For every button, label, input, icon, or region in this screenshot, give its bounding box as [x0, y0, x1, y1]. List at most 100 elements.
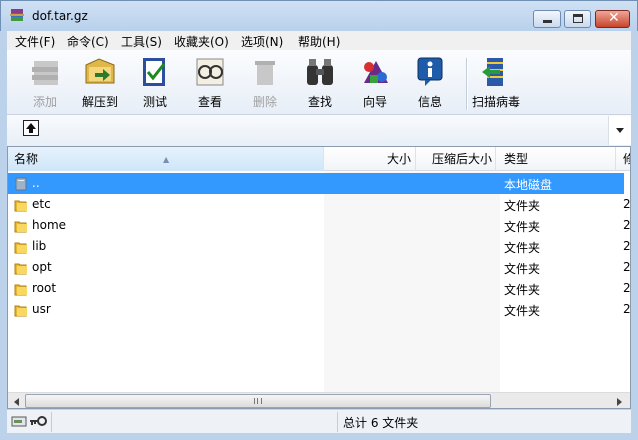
test-button[interactable]: 测试 — [129, 53, 181, 111]
up-folder-button[interactable] — [23, 120, 39, 136]
address-bar — [7, 115, 631, 146]
folder-icon — [14, 263, 27, 275]
file-name: etc — [32, 197, 51, 211]
column-size-label: 大小 — [386, 152, 411, 166]
close-icon: ✕ — [608, 10, 620, 26]
file-modified: 2 — [623, 260, 631, 274]
minimize-button[interactable] — [533, 10, 561, 28]
file-row-usr[interactable]: usr 文件夹 2 — [8, 299, 631, 320]
scrollbar-thumb[interactable] — [25, 394, 491, 408]
folder-icon — [14, 242, 27, 254]
info-button[interactable]: 信息 — [404, 53, 456, 111]
wizard-button[interactable]: 向导 — [349, 53, 401, 111]
key-icon[interactable] — [29, 415, 47, 428]
status-separator — [51, 412, 52, 432]
file-modified: 2 — [623, 302, 631, 316]
column-header-row: ▲ 名称 大小 压缩后大小 类型 修 — [8, 147, 630, 171]
maximize-icon — [573, 14, 583, 23]
column-header-type[interactable]: 类型 — [496, 147, 616, 171]
file-modified: 2 — [623, 239, 631, 253]
view-button[interactable]: 查看 — [184, 53, 236, 111]
file-row-etc[interactable]: etc 文件夹 2 — [8, 194, 631, 215]
column-header-size[interactable]: 大小 — [324, 147, 416, 171]
add-label: 添加 — [32, 95, 57, 109]
menu-help[interactable]: 帮助(H) — [298, 33, 340, 50]
file-name: opt — [32, 260, 52, 274]
file-type: 本地磁盘 — [504, 178, 553, 192]
info-label: 信息 — [417, 95, 442, 109]
file-list: ▲ 名称 大小 压缩后大小 类型 修 .. 本地磁盘 etc 文件夹 — [7, 146, 631, 409]
extract-button[interactable]: 解压到 — [74, 53, 126, 111]
folder-icon — [14, 284, 27, 296]
wizard-label: 向导 — [362, 95, 387, 109]
menu-favorites[interactable]: 收藏夹(O) — [174, 33, 229, 50]
file-type: 文件夹 — [504, 304, 541, 318]
column-name-label: 名称 — [14, 152, 39, 166]
file-name: lib — [32, 239, 47, 253]
extract-icon — [85, 58, 115, 84]
virus-scan-icon — [482, 58, 503, 86]
file-name: home — [32, 218, 67, 232]
virus-scan-button[interactable]: 扫描病毒 — [469, 53, 523, 111]
folder-icon — [14, 200, 27, 212]
virus-scan-label: 扫描病毒 — [471, 95, 520, 109]
file-modified: 2 — [623, 218, 631, 232]
menu-bar: 文件(F) 命令(C) 工具(S) 收藏夹(O) 选项(N) 帮助(H) — [7, 31, 631, 50]
file-type: 文件夹 — [504, 262, 541, 276]
file-row-lib[interactable]: lib 文件夹 2 — [8, 236, 631, 257]
scroll-right-icon[interactable] — [617, 398, 622, 406]
file-type: 文件夹 — [504, 220, 541, 234]
add-button[interactable]: 添加 — [19, 53, 71, 111]
info-icon — [417, 57, 443, 86]
maximize-button[interactable] — [564, 10, 591, 28]
title-bar: dof.tar.gz ✕ — [0, 0, 638, 31]
grip-icon — [254, 398, 262, 404]
wizard-icon — [364, 61, 388, 83]
file-row-parent[interactable]: .. 本地磁盘 — [8, 173, 630, 194]
column-header-packed[interactable]: 压缩后大小 — [416, 147, 496, 171]
menu-tools[interactable]: 工具(S) — [121, 33, 162, 50]
menu-file[interactable]: 文件(F) — [15, 33, 55, 50]
file-modified: 2 — [623, 197, 631, 211]
file-row-home[interactable]: home 文件夹 2 — [8, 215, 631, 236]
close-button[interactable]: ✕ — [595, 10, 630, 28]
drive-icon[interactable] — [11, 415, 27, 428]
file-type: 文件夹 — [504, 241, 541, 255]
view-label: 查看 — [197, 95, 222, 109]
address-dropdown[interactable] — [608, 116, 631, 145]
winrar-icon — [10, 9, 24, 21]
up-arrow-icon — [26, 123, 36, 133]
column-header-name[interactable]: ▲ 名称 — [8, 147, 324, 171]
file-row-opt[interactable]: opt 文件夹 2 — [8, 257, 631, 278]
file-type: 文件夹 — [504, 283, 541, 297]
menu-command[interactable]: 命令(C) — [67, 33, 109, 50]
column-type-label: 类型 — [504, 152, 529, 166]
minimize-icon — [543, 20, 552, 23]
scroll-left-icon[interactable] — [14, 398, 19, 406]
file-type: 文件夹 — [504, 199, 541, 213]
menu-options[interactable]: 选项(N) — [241, 33, 283, 50]
folder-icon — [14, 221, 27, 233]
folder-icon — [14, 305, 27, 317]
window-title: dof.tar.gz — [32, 9, 88, 23]
column-modified-label: 修 — [623, 152, 630, 166]
find-button[interactable]: 查找 — [294, 53, 346, 111]
extract-label: 解压到 — [81, 95, 118, 109]
find-icon — [307, 59, 333, 85]
column-packed-label: 压缩后大小 — [431, 152, 492, 166]
file-name: root — [32, 281, 57, 295]
file-row-root[interactable]: root 文件夹 2 — [8, 278, 630, 299]
toolbar: 添加 解压到 测试 查看 删除 查找 向导 信息 扫描病毒 — [7, 50, 631, 115]
delete-button[interactable]: 删除 — [239, 53, 291, 111]
chevron-down-icon — [616, 128, 624, 133]
sort-ascending-icon: ▲ — [163, 155, 170, 164]
test-icon — [143, 58, 166, 86]
status-text: 总计 6 文件夹 — [343, 416, 419, 430]
view-icon — [196, 58, 224, 86]
find-label: 查找 — [307, 95, 332, 109]
file-name: usr — [32, 302, 51, 316]
horizontal-scrollbar[interactable] — [8, 392, 630, 408]
status-separator — [337, 412, 338, 432]
test-label: 测试 — [142, 95, 167, 109]
column-header-modified[interactable]: 修 — [616, 147, 630, 171]
